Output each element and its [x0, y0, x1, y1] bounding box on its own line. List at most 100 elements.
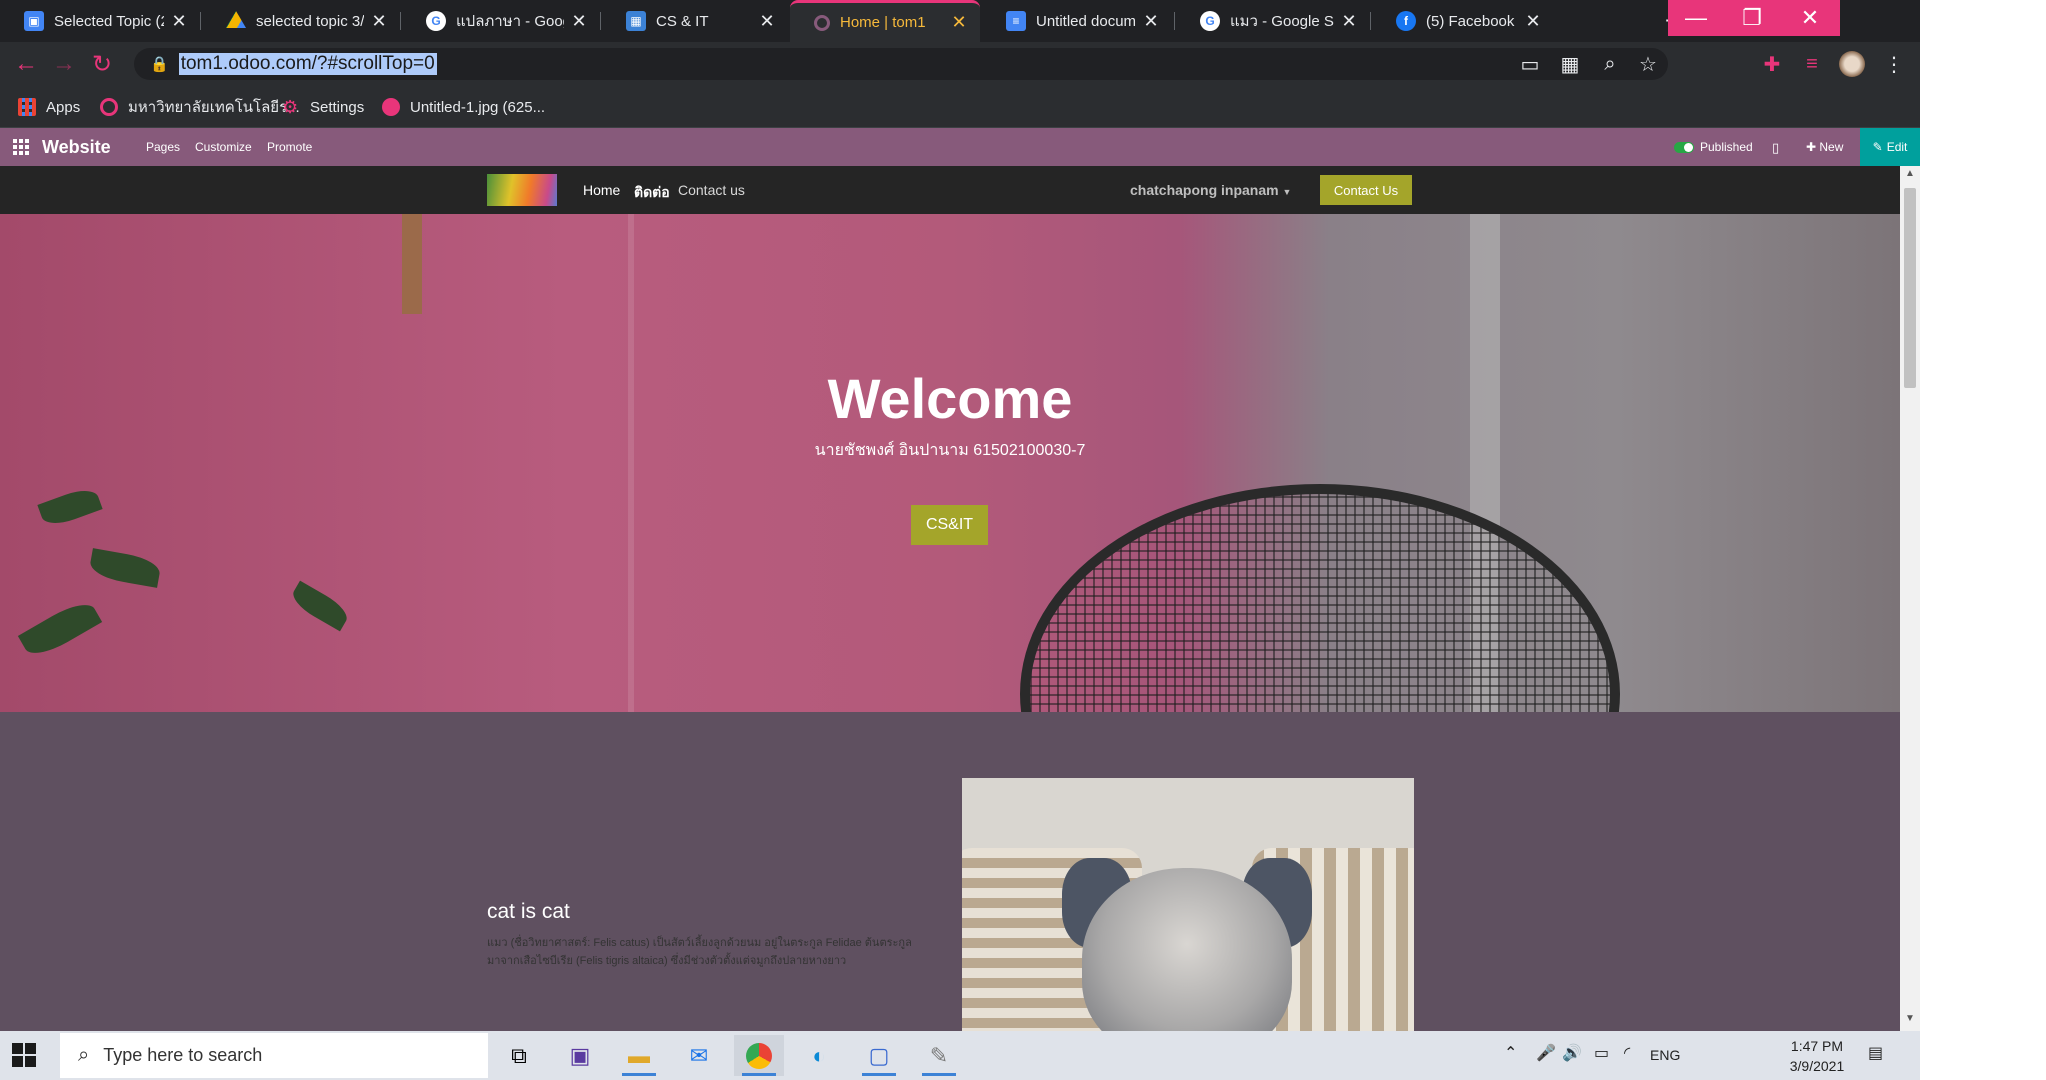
back-arrow-icon: ←: [14, 50, 38, 77]
menu-dots-icon[interactable]: ⋮: [1880, 50, 1908, 78]
wifi-icon[interactable]: ◜: [1624, 1043, 1630, 1063]
page-scrollbar[interactable]: ▲ ▼: [1900, 166, 1920, 1031]
edit-button[interactable]: ✎ Edit: [1860, 128, 1920, 166]
website-brand[interactable]: Website: [42, 137, 111, 158]
google-icon: G: [1200, 11, 1220, 31]
paint-icon[interactable]: ✎: [914, 1035, 964, 1076]
microphone-icon[interactable]: 🎤: [1536, 1043, 1556, 1063]
extensions-icon[interactable]: ✚: [1758, 50, 1786, 78]
pencil-icon: ✎: [1872, 140, 1883, 154]
minimize-button[interactable]: —: [1668, 0, 1724, 36]
media-queue-icon[interactable]: ≡: [1798, 50, 1826, 78]
scroll-up-icon[interactable]: ▲: [1900, 168, 1920, 184]
restore-button[interactable]: ❐: [1724, 0, 1780, 36]
mail-icon[interactable]: ✉: [674, 1035, 724, 1076]
user-name: chatchapong inpanam: [1130, 182, 1279, 198]
clock-time: 1:47 PM: [1790, 1038, 1844, 1054]
published-toggle[interactable]: [1674, 142, 1694, 153]
meeting-app-icon[interactable]: ▢: [854, 1035, 904, 1076]
apps-grid-icon: [18, 98, 36, 116]
nav-home[interactable]: Home: [583, 182, 620, 198]
customize-menu[interactable]: Customize: [195, 140, 252, 154]
app-launcher-icon[interactable]: ▣: [555, 1035, 605, 1076]
bookmark-apps[interactable]: Apps: [18, 96, 80, 118]
image-icon: [382, 98, 400, 116]
notifications-icon[interactable]: ▤: [1868, 1043, 1883, 1063]
close-window-button[interactable]: ✕: [1780, 0, 1840, 36]
fan-image: [1020, 484, 1620, 712]
new-button[interactable]: ✚ New: [1806, 140, 1843, 154]
windows-start-icon[interactable]: [12, 1043, 36, 1067]
plant-leaf-image: [17, 596, 103, 662]
task-view-icon[interactable]: ⧉: [494, 1035, 544, 1076]
nav-contact-thai[interactable]: ติดต่อ: [634, 182, 670, 204]
taskbar-search[interactable]: ⌕ Type here to search: [60, 1033, 488, 1078]
pages-menu[interactable]: Pages: [146, 140, 180, 154]
tab-facebook[interactable]: f (5) Facebook ✕: [1372, 0, 1554, 42]
forward-button[interactable]: →: [50, 50, 78, 78]
close-icon[interactable]: ✕: [170, 11, 188, 32]
contact-us-button[interactable]: Contact Us: [1320, 175, 1412, 205]
plant-leaf-image: [288, 580, 352, 632]
zoom-icon[interactable]: ⌕: [1596, 50, 1624, 78]
close-icon[interactable]: ✕: [1524, 11, 1542, 32]
bookmarks-bar: Apps มหาวิทยาลัยเทคโนโลยีร... ⚙ Settings…: [0, 86, 1920, 128]
reload-icon: ↻: [91, 50, 113, 78]
url-text[interactable]: tom1.odoo.com/?#scrollTop=0: [178, 53, 437, 75]
scrollbar-thumb[interactable]: [1904, 188, 1916, 388]
promote-menu[interactable]: Promote: [267, 140, 312, 154]
tab-home-tom1[interactable]: Home | tom1 ✕: [790, 0, 980, 42]
chrome-logo: [746, 1042, 772, 1069]
close-icon[interactable]: ✕: [570, 11, 588, 32]
address-bar[interactable]: 🔒 tom1.odoo.com/?#scrollTop=0: [134, 48, 1668, 80]
tab-title: (5) Facebook: [1426, 12, 1515, 30]
nav-contact-us[interactable]: Contact us: [678, 182, 745, 198]
tab-title: CS & IT: [656, 12, 709, 30]
close-icon[interactable]: ✕: [1340, 11, 1358, 32]
bookmark-settings[interactable]: ⚙ Settings: [282, 96, 364, 118]
tab-selected-topic[interactable]: ▣ Selected Topic (2/2 ✕: [0, 0, 200, 42]
tab-google-search-cat[interactable]: G แมว - Google Sea ✕: [1176, 0, 1370, 42]
volume-icon[interactable]: 🔊: [1562, 1043, 1582, 1063]
battery-icon[interactable]: ▭: [1594, 1043, 1609, 1063]
show-hidden-icons[interactable]: ⌃: [1504, 1043, 1517, 1063]
back-button[interactable]: ←: [12, 50, 40, 78]
user-menu[interactable]: chatchapong inpanam ▼: [1130, 182, 1291, 198]
tab-google-translate[interactable]: G แปลภาษา - Google ✕: [402, 0, 600, 42]
reload-button[interactable]: ↻: [88, 50, 116, 78]
search-icon: ⌕: [78, 1044, 90, 1066]
close-icon[interactable]: ✕: [758, 11, 776, 32]
mobile-preview-icon[interactable]: ▯: [1772, 140, 1779, 156]
bookmark-university[interactable]: มหาวิทยาลัยเทคโนโลยีร...: [100, 96, 300, 118]
search-placeholder: Type here to search: [103, 1045, 263, 1065]
close-icon[interactable]: ✕: [950, 12, 968, 33]
tab-title: selected topic 3/3/: [256, 12, 364, 30]
close-icon[interactable]: ✕: [370, 11, 388, 32]
cast-icon[interactable]: ▭: [1516, 50, 1544, 78]
profile-avatar[interactable]: [1838, 50, 1866, 78]
bookmark-untitled-image[interactable]: Untitled-1.jpg (625...: [382, 96, 545, 118]
tab-untitled-document[interactable]: ≡ Untitled document ✕: [982, 0, 1172, 42]
clock-date: 3/9/2021: [1789, 1058, 1845, 1074]
tab-separator: [1370, 12, 1371, 30]
edge-icon[interactable]: ◐: [794, 1035, 844, 1076]
bookmark-star-icon[interactable]: ☆: [1634, 50, 1662, 78]
qr-code-icon[interactable]: ▦: [1556, 50, 1584, 78]
scroll-down-icon[interactable]: ▼: [1900, 1013, 1920, 1029]
language-indicator[interactable]: ENG: [1650, 1047, 1680, 1063]
bookmark-label: Apps: [46, 98, 81, 116]
restore-icon: ❐: [1742, 5, 1762, 30]
close-icon[interactable]: ✕: [1142, 11, 1160, 32]
cs-it-button[interactable]: CS&IT: [911, 505, 988, 545]
chrome-icon[interactable]: [734, 1035, 784, 1076]
system-clock[interactable]: 1:47 PM 3/9/2021: [1772, 1036, 1862, 1076]
classroom-icon: ▣: [24, 11, 44, 31]
file-explorer-icon[interactable]: ▬: [614, 1035, 664, 1076]
cat-photo: [962, 778, 1414, 1031]
site-logo[interactable]: [487, 174, 557, 206]
tab-selected-topic-3[interactable]: selected topic 3/3/ ✕: [202, 0, 400, 42]
apps-menu-icon[interactable]: [13, 139, 29, 155]
tab-cs-it[interactable]: ▦ CS & IT ✕: [602, 0, 788, 42]
google-icon: G: [426, 11, 446, 31]
wall-edge-image: [628, 214, 634, 712]
